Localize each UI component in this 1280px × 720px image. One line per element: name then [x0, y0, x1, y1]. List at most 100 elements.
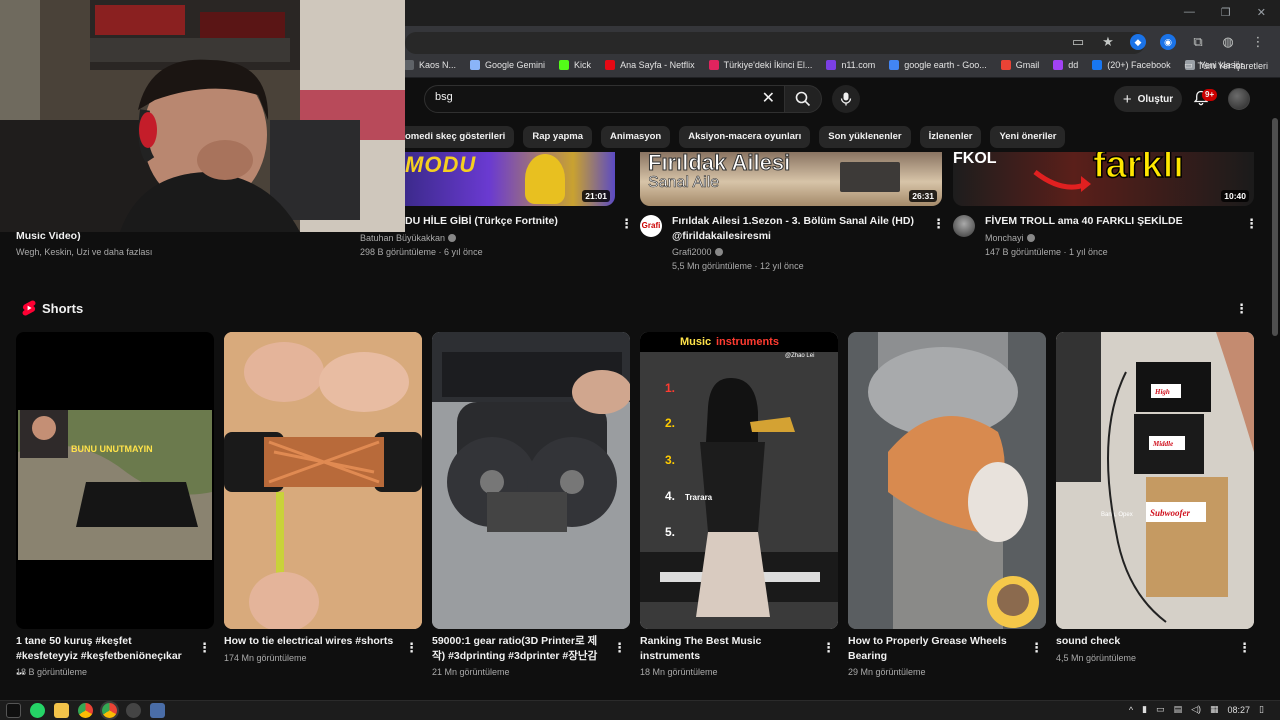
browser-menu-icon[interactable]: ⋮	[1250, 34, 1266, 50]
filter-chip[interactable]: Yeni öneriler	[990, 126, 1066, 148]
chrome-icon[interactable]	[78, 703, 93, 718]
short-menu-icon[interactable]: ⋮	[822, 641, 835, 654]
short-overlay-text: instruments	[716, 336, 779, 348]
video-thumbnail[interactable]: MODU 21:01	[405, 152, 615, 206]
bookmark-item[interactable]: Kick	[559, 60, 591, 70]
video-stats: 147 B görüntüleme · 1 yıl önce	[985, 247, 1108, 257]
short-menu-icon[interactable]: ⋮	[1238, 641, 1251, 654]
short-title[interactable]: sound check	[1056, 634, 1232, 649]
video-channel[interactable]: Batuhan Büyükakkan	[360, 231, 457, 245]
minimize-icon[interactable]: —	[1184, 6, 1195, 19]
usb-icon[interactable]: ▮	[1142, 704, 1147, 715]
clock[interactable]: 08:27	[1228, 705, 1251, 715]
file-explorer-icon[interactable]	[54, 703, 69, 718]
channel-avatar[interactable]: Grafi	[640, 215, 662, 237]
video-channel[interactable]: Wegh, Keskin, Uzi ve daha fazlası	[16, 245, 152, 259]
language-icon[interactable]: ▦	[1210, 704, 1219, 715]
page-scrollbar[interactable]	[1270, 78, 1280, 698]
taskbar-apps	[6, 703, 165, 718]
volume-icon[interactable]: ◁)	[1191, 704, 1201, 715]
shorts-menu-icon[interactable]: ⋮	[1235, 302, 1248, 315]
short-menu-icon[interactable]: ⋮	[613, 641, 626, 654]
display-icon[interactable]: ▭	[1156, 704, 1165, 715]
search-input[interactable]	[435, 91, 745, 103]
short-thumbnail[interactable]	[432, 332, 630, 629]
bookmark-item[interactable]: Gmail	[1000, 60, 1039, 70]
filter-chip[interactable]: Aksiyon-macera oyunları	[679, 126, 811, 148]
close-window-icon[interactable]: ✕	[1257, 6, 1266, 19]
video-channel[interactable]: Monchayi	[985, 231, 1035, 245]
short-thumbnail[interactable]	[224, 332, 422, 629]
video-title[interactable]: Fırıldak Ailesi 1.Sezon - 3. Bölüm Sanal…	[672, 214, 927, 244]
short-thumbnail[interactable]: BUNU UNUTMAYIN	[16, 332, 214, 629]
filter-chip[interactable]: İzlenenler	[919, 126, 982, 148]
bookmark-item[interactable]: google earth - Goo...	[889, 60, 987, 70]
verified-icon	[714, 248, 723, 256]
bookmark-item[interactable]: (20+) Facebook	[1092, 60, 1171, 70]
search-button[interactable]	[784, 85, 822, 113]
video-title[interactable]: FİVEM TROLL ama 40 FARKLI ŞEKİLDE	[985, 214, 1235, 229]
scrollbar-thumb[interactable]	[1272, 118, 1278, 336]
video-thumbnail[interactable]: Fırıldak Ailesi Sanal Aile 26:31	[640, 152, 942, 206]
filter-chip[interactable]: Animasyon	[601, 126, 671, 148]
notification-center-icon[interactable]: ▯	[1259, 704, 1264, 715]
video-menu-icon[interactable]: ⋮	[932, 217, 945, 230]
bookmark-item[interactable]: Google Gemini	[470, 60, 545, 70]
puzzle-icon[interactable]: ⧉	[1190, 34, 1206, 50]
tray-arrow-icon[interactable]: ^	[1129, 705, 1133, 715]
filter-chips: omedi skeç gösterileri Rap yapma Animasyon…	[396, 126, 1066, 148]
svg-text:1.: 1.	[665, 381, 675, 395]
bookmark-item[interactable]: dd	[1053, 60, 1078, 70]
obs-icon[interactable]	[126, 703, 141, 718]
filter-chip[interactable]: omedi skeç gösterileri	[396, 126, 515, 148]
bookmark-item[interactable]: Türkiye'deki İkinci El...	[708, 60, 812, 70]
bookmark-item[interactable]: Ana Sayfa - Netflix	[605, 60, 695, 70]
start-icon[interactable]	[6, 703, 21, 718]
short-views: 21 Mn görüntüleme	[432, 667, 510, 677]
channel-avatar[interactable]	[953, 215, 975, 237]
create-button[interactable]: + Oluştur	[1114, 86, 1182, 112]
maximize-icon[interactable]: ❐	[1221, 6, 1231, 19]
bookmark-star-icon[interactable]: ★	[1100, 34, 1116, 50]
whatsapp-icon[interactable]	[30, 703, 45, 718]
network-icon[interactable]: ▤	[1174, 704, 1183, 715]
short-title[interactable]: How to tie electrical wires #shorts	[224, 634, 400, 649]
video-thumbnail[interactable]: FKOL farklı 10:40	[953, 152, 1254, 206]
chrome-active-icon[interactable]	[102, 703, 117, 718]
short-image	[224, 332, 422, 629]
profile-icon[interactable]: ◍	[1220, 34, 1236, 50]
video-menu-icon[interactable]: ⋮	[620, 217, 633, 230]
short-menu-icon[interactable]: ⋮	[405, 641, 418, 654]
voice-search-button[interactable]	[832, 85, 860, 113]
thumbnail-text: Sanal Aile	[648, 174, 720, 192]
filter-chip[interactable]: Son yüklenenler	[819, 126, 911, 148]
short-title[interactable]: How to Properly Grease Wheels Bearing	[848, 634, 1024, 664]
all-bookmarks[interactable]: ▭ Tüm Yer İşaretleri	[1184, 60, 1268, 71]
search-box[interactable]: ✕	[424, 85, 786, 113]
cast-icon[interactable]: ▭	[1070, 34, 1086, 50]
short-menu-icon[interactable]: ⋮	[198, 641, 211, 654]
extension-icon[interactable]: ◉	[1160, 34, 1176, 50]
short-thumbnail[interactable]: High Middle Subwoofer Bang, Opex	[1056, 332, 1254, 629]
bookmark-label: google earth - Goo...	[904, 60, 987, 70]
short-thumbnail[interactable]: Music instruments @Zhao Lei 1. 2. 3. 4. …	[640, 332, 838, 629]
app-icon[interactable]	[150, 703, 165, 718]
video-title[interactable]: RÜ MODU HİLE GİBİ (Türkçe Fortnite)	[370, 214, 615, 229]
video-menu-icon[interactable]: ⋮	[1245, 217, 1258, 230]
bookmark-favicon-icon	[708, 60, 719, 70]
bookmark-favicon-icon	[889, 60, 900, 70]
short-title[interactable]: 59000:1 gear ratio(3D Printer로 제작) #3dpr…	[432, 634, 608, 664]
address-bar[interactable]	[405, 32, 1145, 54]
short-title[interactable]: Ranking The Best Music instruments	[640, 634, 816, 664]
bookmark-item[interactable]: Kaos N...	[404, 60, 456, 70]
bookmark-item[interactable]: n11.com	[826, 60, 875, 70]
filter-chip[interactable]: Rap yapma	[523, 126, 593, 148]
extension-icon[interactable]: ◆	[1130, 34, 1146, 50]
short-views: 18 Mn görüntüleme	[640, 667, 718, 677]
short-menu-icon[interactable]: ⋮	[1030, 641, 1043, 654]
bookmark-favicon-icon	[826, 60, 837, 70]
clear-search-icon[interactable]: ✕	[762, 90, 775, 108]
account-avatar[interactable]	[1228, 88, 1250, 110]
short-thumbnail[interactable]	[848, 332, 1046, 629]
video-channel[interactable]: Grafi2000	[672, 245, 723, 259]
